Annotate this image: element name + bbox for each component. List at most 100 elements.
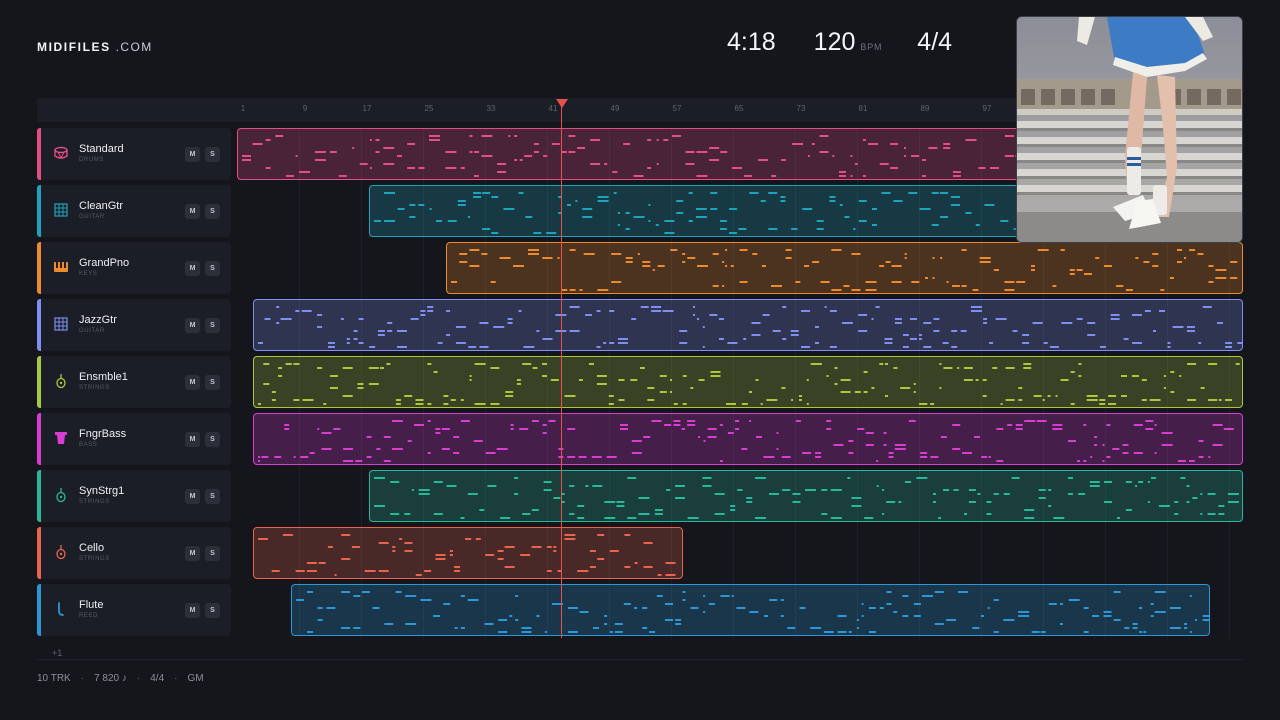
mute-button[interactable]: M <box>185 546 200 561</box>
tempo-value: 120 <box>813 28 856 56</box>
note-pattern <box>257 534 675 576</box>
track-name: Standard <box>79 143 124 155</box>
track-category: DRUMS <box>79 157 104 163</box>
solo-button[interactable]: S <box>205 375 220 390</box>
mute-button[interactable]: M <box>185 318 200 333</box>
playhead-handle[interactable] <box>555 99 568 108</box>
more-tracks-indicator[interactable]: +1 <box>52 648 62 658</box>
track-header-cello[interactable]: Cello STRINGS M S <box>37 527 231 579</box>
ruler-tick: 73 <box>796 104 806 113</box>
midi-clip-grandpno[interactable] <box>446 242 1243 294</box>
track-category: REED <box>79 613 99 619</box>
solo-button[interactable]: S <box>205 489 220 504</box>
footer-meter: 4/4 <box>150 673 165 684</box>
song-duration: 4:18 <box>727 28 776 56</box>
ruler-tick: 33 <box>486 104 496 113</box>
track-color-stripe <box>37 185 41 237</box>
track-header-fngrbass[interactable]: FngrBass BASS M S <box>37 413 231 465</box>
mute-button[interactable]: M <box>185 432 200 447</box>
ruler-tick: 57 <box>672 104 682 113</box>
mute-button[interactable]: M <box>185 261 200 276</box>
ruler-tick: 17 <box>362 104 372 113</box>
mute-button[interactable]: M <box>185 375 200 390</box>
track-name: Cello <box>79 542 105 554</box>
track-color-stripe <box>37 527 41 579</box>
track-color-stripe <box>37 128 41 180</box>
playhead[interactable] <box>560 104 562 638</box>
track-color-stripe <box>37 356 41 408</box>
ruler-tick: 97 <box>982 104 992 113</box>
footer-separator: · <box>80 673 85 684</box>
track-color-stripe <box>37 584 41 636</box>
track-header-standard[interactable]: Standard DRUMS M S <box>37 128 231 180</box>
logo: MIDIFILES .COM <box>37 40 153 54</box>
track-header-flute[interactable]: Flute REED M S <box>37 584 231 636</box>
note-pattern <box>257 306 1243 348</box>
mute-button[interactable]: M <box>185 603 200 618</box>
track-name: Flute <box>79 599 104 611</box>
track-category: STRINGS <box>79 556 110 562</box>
violin-icon <box>53 487 69 503</box>
track-color-stripe <box>37 299 41 351</box>
track-header-grandpno[interactable]: GrandPno KEYS M S <box>37 242 231 294</box>
solo-button[interactable]: S <box>205 318 220 333</box>
ruler-tick: 9 <box>302 104 308 113</box>
footer-separator: · <box>174 673 178 684</box>
solo-button[interactable]: S <box>205 546 220 561</box>
midi-clip-ensmble1[interactable] <box>252 356 1243 408</box>
track-category: KEYS <box>79 271 98 277</box>
note-pattern <box>373 477 1239 519</box>
logo-brand: MIDIFILES <box>37 40 111 54</box>
guitar-fretboard-icon <box>53 316 69 332</box>
track-category: BASS <box>79 442 98 448</box>
midi-clip-jazzgtr[interactable] <box>252 299 1243 351</box>
violin-icon <box>53 373 69 389</box>
track-color-stripe <box>37 470 41 522</box>
track-category: GUITAR <box>79 214 105 220</box>
midi-clip-cello[interactable] <box>252 527 683 579</box>
video-preview[interactable] <box>1016 16 1243 243</box>
violin-icon <box>53 544 69 560</box>
track-header-cleangtr[interactable]: CleanGtr GUITAR M S <box>37 185 231 237</box>
ruler-tick: 81 <box>858 104 868 113</box>
guitar-fretboard-icon <box>53 202 69 218</box>
track-header-synstrg1[interactable]: SynStrg1 STRINGS M S <box>37 470 231 522</box>
mute-button[interactable]: M <box>185 489 200 504</box>
ruler-tick: 1 <box>240 104 246 113</box>
video-frame-image <box>1017 17 1242 242</box>
footer-standard: GM <box>187 673 204 684</box>
track-name: JazzGtr <box>79 314 117 326</box>
track-category: STRINGS <box>79 499 110 505</box>
ruler-tick: 49 <box>610 104 620 113</box>
note-pattern <box>296 591 1209 633</box>
solo-button[interactable]: S <box>205 147 220 162</box>
track-header-jazzgtr[interactable]: JazzGtr GUITAR M S <box>37 299 231 351</box>
solo-button[interactable]: S <box>205 261 220 276</box>
mute-button[interactable]: M <box>185 204 200 219</box>
note-pattern <box>451 249 1238 291</box>
footer-separator: · <box>136 673 141 684</box>
ruler-tick: 25 <box>424 104 434 113</box>
footer-summary: 10 TRK · 7 820 ♪ · 4/4 · GM <box>37 673 204 684</box>
solo-button[interactable]: S <box>205 603 220 618</box>
footer-note-count: 7 820 ♪ <box>94 673 127 684</box>
solo-button[interactable]: S <box>205 204 220 219</box>
time-signature: 4/4 <box>917 28 953 56</box>
note-pattern <box>257 420 1234 462</box>
mute-button[interactable]: M <box>185 147 200 162</box>
midi-clip-synstrg1[interactable] <box>368 470 1243 522</box>
footer-divider <box>37 659 1243 660</box>
solo-button[interactable]: S <box>205 432 220 447</box>
track-name: FngrBass <box>79 428 127 440</box>
track-name: GrandPno <box>79 257 130 269</box>
note-pattern <box>257 363 1240 405</box>
piano-icon <box>53 259 69 275</box>
midi-clip-flute[interactable] <box>291 584 1210 636</box>
track-header-ensmble1[interactable]: Ensmble1 STRINGS M S <box>37 356 231 408</box>
track-color-stripe <box>37 242 41 294</box>
drum-icon <box>53 145 69 161</box>
ruler-tick: 89 <box>920 104 930 113</box>
track-name: SynStrg1 <box>79 485 125 497</box>
midi-clip-fngrbass[interactable] <box>252 413 1243 465</box>
flute-icon <box>53 601 69 617</box>
